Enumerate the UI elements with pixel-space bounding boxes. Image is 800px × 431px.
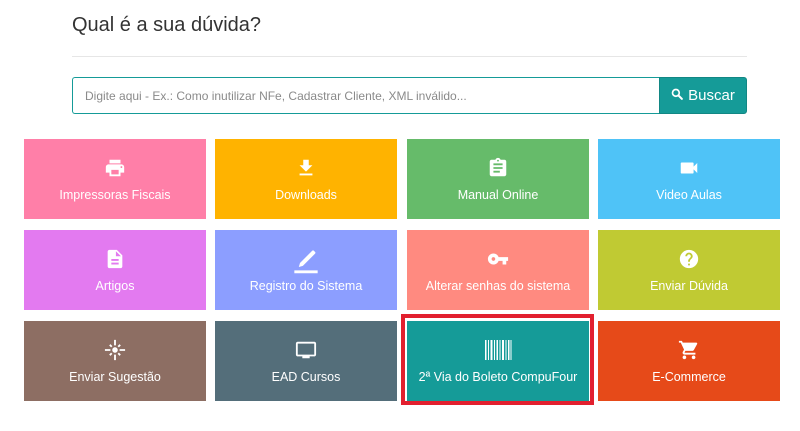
tile-alterar-senhas[interactable]: Alterar senhas do sistema (407, 230, 589, 310)
tile-manual-online[interactable]: Manual Online (407, 139, 589, 219)
tile-label: Impressoras Fiscais (59, 188, 171, 202)
page-title: Qual é a sua dúvida? (72, 14, 262, 36)
tile-enviar-sugestao[interactable]: Enviar Sugestão (24, 321, 206, 401)
key-icon (486, 247, 510, 271)
document-icon (103, 247, 127, 271)
tile-label: EAD Cursos (271, 370, 341, 384)
tile-label: Downloads (275, 188, 337, 202)
tile-registro-do-sistema[interactable]: Registro do Sistema (215, 230, 397, 310)
lightbulb-icon (103, 338, 127, 362)
tile-downloads[interactable]: Downloads (215, 139, 397, 219)
tile-label: Video Aulas (656, 188, 722, 202)
category-grid: Impressoras Fiscais Downloads Manual Onl… (24, 139, 780, 401)
tile-label: Enviar Sugestão (69, 370, 161, 384)
tile-label: Registro do Sistema (249, 279, 363, 293)
tile-video-aulas[interactable]: Video Aulas (598, 139, 780, 219)
search-button-label: Buscar (688, 87, 735, 104)
tile-label: Artigos (95, 279, 135, 293)
shopping-cart-icon (677, 338, 701, 362)
tile-label: Manual Online (457, 188, 539, 202)
barcode-icon (484, 338, 512, 362)
tile-enviar-duvida[interactable]: Enviar Dúvida (598, 230, 780, 310)
tile-artigos[interactable]: Artigos (24, 230, 206, 310)
video-camera-icon (677, 156, 701, 180)
tile-label: 2ª Via do Boleto CompuFour (418, 370, 578, 384)
tile-impressoras-fiscais[interactable]: Impressoras Fiscais (24, 139, 206, 219)
printer-icon (103, 156, 127, 180)
search-icon (671, 87, 684, 104)
tile-label: Alterar senhas do sistema (425, 279, 571, 293)
pencil-icon (292, 247, 320, 275)
tile-label: E-Commerce (652, 370, 726, 384)
help-circle-icon (677, 247, 701, 271)
monitor-icon (294, 338, 318, 362)
clipboard-icon (486, 156, 510, 180)
tile-label: Enviar Dúvida (650, 279, 728, 293)
tile-ead-cursos[interactable]: EAD Cursos (215, 321, 397, 401)
tile-segunda-via-boleto[interactable]: 2ª Via do Boleto CompuFour (407, 321, 589, 401)
search-input[interactable] (72, 77, 659, 114)
search-form: Buscar (72, 77, 747, 114)
download-icon (294, 156, 318, 180)
divider (72, 56, 747, 57)
search-button[interactable]: Buscar (659, 77, 747, 114)
tile-e-commerce[interactable]: E-Commerce (598, 321, 780, 401)
